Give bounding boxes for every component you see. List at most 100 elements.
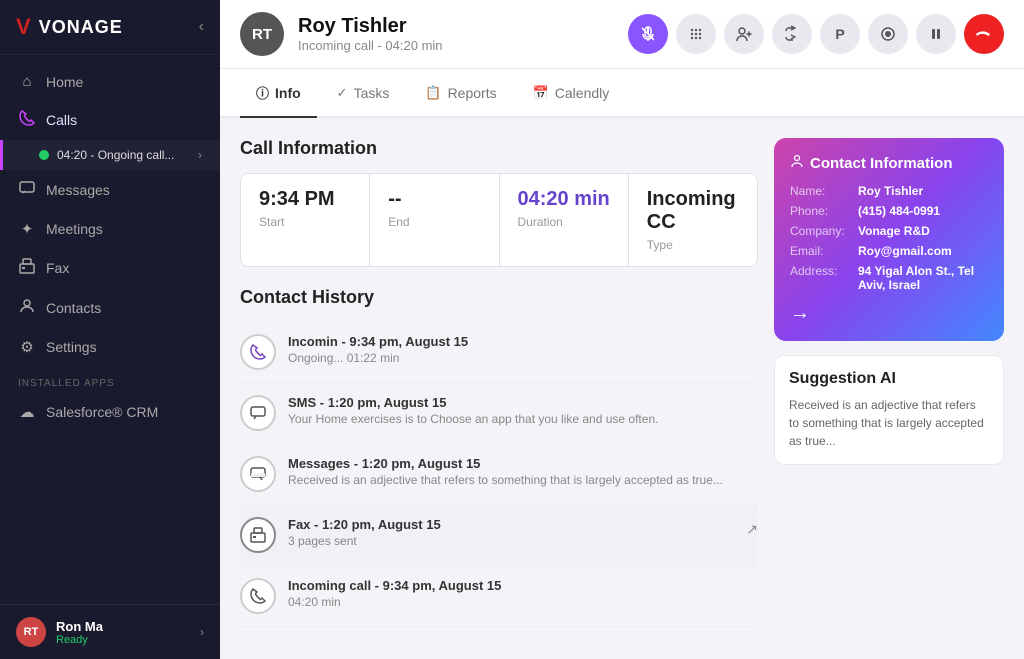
sidebar-item-salesforce[interactable]: ☁ Salesforce® CRM: [0, 393, 220, 431]
history-item[interactable]: SMS - 1:20 pm, August 15 Your Home exerc…: [240, 383, 758, 444]
tab-calendly[interactable]: 📅 Calendly: [517, 71, 626, 117]
call-info-cards: 9:34 PM Start -- End 04:20 min Duration …: [240, 173, 758, 267]
active-call-arrow-icon: ›: [198, 148, 202, 162]
call-start-label: Start: [259, 215, 351, 229]
mute-button[interactable]: [628, 14, 668, 54]
contact-card-icon: [790, 154, 804, 172]
caller-avatar: RT: [240, 12, 284, 56]
suggestion-text: Received is an adjective that refers to …: [789, 396, 989, 450]
user-name: Ron Ma: [56, 619, 200, 634]
contact-name-row: Name: Roy Tishler: [790, 184, 988, 198]
sidebar-calls-label: Calls: [46, 112, 77, 128]
end-call-button[interactable]: [964, 14, 1004, 54]
caller-info: RT Roy Tishler Incoming call - 04:20 min: [240, 12, 443, 56]
history-msg-icon: [240, 456, 276, 492]
contacts-icon: [18, 298, 36, 318]
park-button[interactable]: P: [820, 14, 860, 54]
call-header: RT Roy Tishler Incoming call - 04:20 min…: [220, 0, 1024, 69]
active-call-indicator: [39, 150, 49, 160]
sidebar-user-area[interactable]: RT Ron Ma Ready ›: [0, 604, 220, 659]
tab-calendly-label: Calendly: [555, 85, 609, 101]
right-panel: Contact Information Name: Roy Tishler Ph…: [774, 138, 1004, 639]
call-duration-label: Duration: [518, 215, 610, 229]
home-icon: ⌂: [18, 73, 36, 90]
contact-company-row: Company: Vonage R&D: [790, 224, 988, 238]
add-person-button[interactable]: [724, 14, 764, 54]
sidebar-item-fax[interactable]: Fax: [0, 248, 220, 288]
fax-icon: [18, 258, 36, 278]
tab-reports[interactable]: 📋 Reports: [409, 71, 512, 117]
history-item[interactable]: Incoming call - 9:34 pm, August 15 04:20…: [240, 566, 758, 627]
meetings-icon: ✦: [18, 220, 36, 238]
salesforce-icon: ☁: [18, 403, 36, 421]
suggestion-title: Suggestion AI: [789, 370, 989, 388]
calendly-tab-icon: 📅: [533, 85, 549, 101]
history-item[interactable]: Incomin - 9:34 pm, August 15 Ongoing... …: [240, 322, 758, 383]
call-start-value: 9:34 PM: [259, 188, 351, 211]
history-fax-icon: [240, 517, 276, 553]
history-item-fax-highlighted[interactable]: Fax - 1:20 pm, August 15 3 pages sent ↗: [240, 505, 758, 566]
sidebar: V VONAGE ‹ ⌂ Home Calls 04:20 - Ongoing …: [0, 0, 220, 659]
sidebar-logo: V VONAGE ‹: [0, 0, 220, 55]
main-tabs: ⓘ Info ✓ Tasks 📋 Reports 📅 Calendly: [220, 69, 1024, 118]
history-item-text: Fax - 1:20 pm, August 15 3 pages sent: [288, 517, 734, 548]
tab-reports-label: Reports: [448, 85, 497, 101]
sidebar-fax-label: Fax: [46, 260, 69, 276]
contact-address-row: Address: 94 Yigal Alon St., Tel Aviv, Is…: [790, 264, 988, 292]
call-controls: P: [628, 14, 1004, 54]
sidebar-item-meetings[interactable]: ✦ Meetings: [0, 210, 220, 248]
call-end-label: End: [388, 215, 480, 229]
sidebar-item-messages[interactable]: Messages: [0, 170, 220, 210]
installed-apps-label: INSTALLED APPS: [0, 366, 220, 393]
call-type-value: Incoming CC: [647, 188, 739, 234]
contact-card-title: Contact Information: [790, 154, 988, 172]
contact-phone-row: Phone: (415) 484-0991: [790, 204, 988, 218]
sidebar-item-home[interactable]: ⌂ Home: [0, 63, 220, 100]
tab-tasks-label: Tasks: [354, 85, 390, 101]
user-expand-icon[interactable]: ›: [200, 625, 204, 639]
call-start-card: 9:34 PM Start: [241, 174, 370, 266]
history-item[interactable]: Messages - 1:20 pm, August 15 Received i…: [240, 444, 758, 505]
active-call-item[interactable]: 04:20 - Ongoing call... ›: [0, 140, 220, 170]
sidebar-item-contacts[interactable]: Contacts: [0, 288, 220, 328]
info-tab-icon: ⓘ: [256, 83, 269, 102]
contact-info-card: Contact Information Name: Roy Tishler Ph…: [774, 138, 1004, 341]
sidebar-collapse-button[interactable]: ‹: [199, 18, 204, 36]
tasks-tab-icon: ✓: [337, 85, 348, 101]
sidebar-home-label: Home: [46, 74, 83, 90]
pause-button[interactable]: [916, 14, 956, 54]
tab-info-label: Info: [275, 85, 301, 101]
vonage-v-icon: V: [16, 14, 31, 40]
history-call-icon: [240, 334, 276, 370]
call-type-card: Incoming CC Type: [629, 174, 757, 266]
history-item[interactable]: Fax - 1:20 pm, August 15 1 pages receive…: [240, 627, 758, 639]
settings-icon: ⚙: [18, 338, 36, 356]
call-end-value: --: [388, 188, 480, 211]
caller-name: Roy Tishler: [298, 15, 443, 38]
contact-card-arrow[interactable]: →: [790, 302, 988, 325]
keypad-button[interactable]: [676, 14, 716, 54]
suggestion-ai-card: Suggestion AI Received is an adjective t…: [774, 355, 1004, 465]
call-end-card: -- End: [370, 174, 499, 266]
history-item-text: Messages - 1:20 pm, August 15 Received i…: [288, 456, 758, 487]
sidebar-item-settings[interactable]: ⚙ Settings: [0, 328, 220, 366]
sidebar-item-calls[interactable]: Calls: [0, 100, 220, 140]
call-duration-value: 04:20 min: [518, 188, 610, 211]
tab-info[interactable]: ⓘ Info: [240, 69, 317, 118]
transfer-button[interactable]: [772, 14, 812, 54]
user-info: Ron Ma Ready: [56, 619, 200, 646]
history-sms-icon: [240, 395, 276, 431]
sidebar-salesforce-label: Salesforce® CRM: [46, 404, 158, 420]
external-link-icon[interactable]: ↗: [746, 521, 758, 538]
call-type-label: Type: [647, 238, 739, 252]
sidebar-settings-label: Settings: [46, 339, 97, 355]
call-info-section: Call Information 9:34 PM Start -- End 04…: [240, 138, 758, 267]
user-avatar: RT: [16, 617, 46, 647]
call-duration-card: 04:20 min Duration: [500, 174, 629, 266]
sidebar-meetings-label: Meetings: [46, 221, 103, 237]
sidebar-nav: ⌂ Home Calls 04:20 - Ongoing call... › M…: [0, 55, 220, 604]
contact-history-title: Contact History: [240, 287, 758, 308]
active-call-label: 04:20 - Ongoing call...: [57, 148, 174, 162]
tab-tasks[interactable]: ✓ Tasks: [321, 71, 406, 117]
record-button[interactable]: [868, 14, 908, 54]
